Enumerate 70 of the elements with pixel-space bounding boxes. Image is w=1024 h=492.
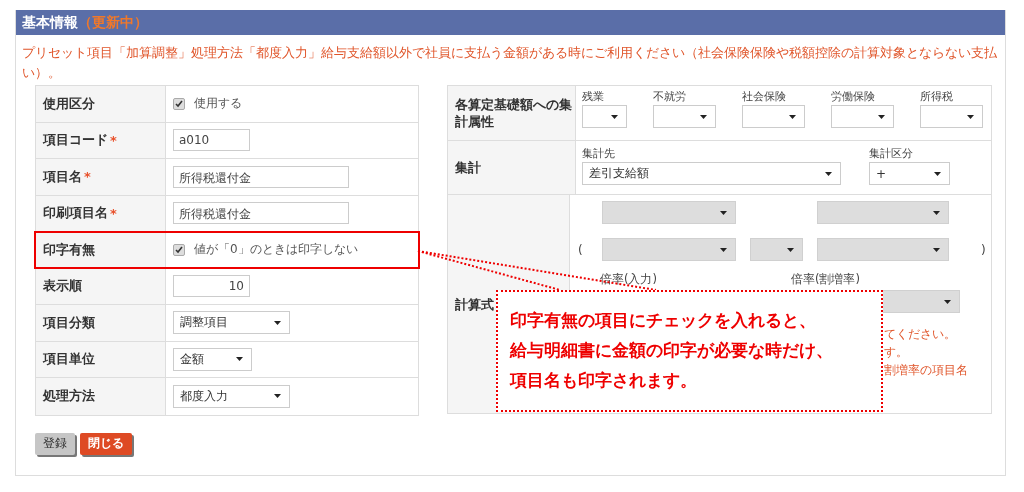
field-label: 項目単位 xyxy=(43,350,95,369)
text-field[interactable]: 所得税還付金 xyxy=(173,202,349,225)
checkbox[interactable] xyxy=(173,243,185,256)
field-label: 項目コード xyxy=(43,131,108,150)
text-field[interactable]: 所得税還付金 xyxy=(173,165,349,188)
close-button[interactable]: 閉じる xyxy=(80,432,132,455)
field-label: 印字有無 xyxy=(43,240,95,259)
required-mark: * xyxy=(110,132,117,148)
select-field[interactable]: + xyxy=(869,162,950,185)
register-button[interactable]: 登録 xyxy=(35,432,75,455)
field-label: 残業 xyxy=(582,89,605,105)
status-label: （更新中） xyxy=(78,13,148,32)
note-text: てください。 xyxy=(884,326,957,343)
caret-icon xyxy=(933,210,940,215)
field-label: 処理方法 xyxy=(43,387,95,406)
callout-text: 項目名も印字されます。 xyxy=(510,370,698,392)
select-field[interactable]: 都度入力 xyxy=(173,384,290,408)
select-field[interactable] xyxy=(742,105,805,128)
caret-icon xyxy=(789,114,796,119)
select-field[interactable] xyxy=(582,105,627,128)
field-label: 不就労 xyxy=(653,89,687,105)
parenthesis: ( xyxy=(577,243,584,257)
select-field[interactable]: 差引支給額 xyxy=(582,162,841,185)
caret-icon xyxy=(934,171,941,176)
parenthesis: ) xyxy=(981,243,987,257)
text-field[interactable]: a010 xyxy=(173,129,250,152)
field-label: 所得税 xyxy=(920,89,954,105)
callout-text: 印字有無の項目にチェックを入れると、 xyxy=(510,310,817,332)
caret-icon xyxy=(700,114,707,119)
caret-icon xyxy=(236,357,243,362)
required-mark: * xyxy=(110,205,117,221)
caret-icon xyxy=(720,210,727,215)
field-label: 労働保険 xyxy=(831,89,876,105)
select-field[interactable] xyxy=(653,105,716,128)
field-label: 印刷項目名 xyxy=(43,204,108,223)
caret-icon xyxy=(825,171,832,176)
field-label: 集計区分 xyxy=(869,146,914,162)
caret-icon xyxy=(611,114,618,119)
caret-icon xyxy=(274,320,281,325)
number-field[interactable]: 10 xyxy=(173,275,250,298)
caret-icon xyxy=(944,299,951,304)
checkbox-label: 値が「0」のときは印字しない xyxy=(194,241,358,259)
callout-text: 給与明細書に金額の印字が必要な時だけ、 xyxy=(510,340,834,362)
select-field[interactable] xyxy=(920,105,983,128)
caret-icon xyxy=(787,247,794,252)
select-field[interactable]: 金額 xyxy=(173,347,252,371)
checkbox-label: 使用する xyxy=(194,95,242,113)
field-label: 倍率(割増率) xyxy=(791,272,860,288)
note-text: す。 xyxy=(884,344,909,361)
caret-icon xyxy=(720,247,727,252)
checkbox[interactable] xyxy=(173,97,185,110)
field-label: 項目名 xyxy=(43,167,82,186)
caret-icon xyxy=(274,394,281,399)
field-label: 社会保険 xyxy=(742,89,787,105)
select-field[interactable] xyxy=(831,105,894,128)
field-label: 集計 xyxy=(455,159,481,176)
caret-icon xyxy=(967,114,974,119)
field-label: 各算定基礎額への集計属性 xyxy=(455,96,573,130)
field-label: 計算式 xyxy=(455,295,494,313)
field-label: 表示順 xyxy=(43,277,82,296)
section-title: 基本情報 xyxy=(22,13,78,32)
required-mark: * xyxy=(84,169,91,185)
select-field[interactable]: 調整項目 xyxy=(173,311,290,335)
caret-icon xyxy=(878,114,885,119)
field-label: 項目分類 xyxy=(43,313,95,332)
note-text: 割増率の項目名 xyxy=(884,362,969,379)
caret-icon xyxy=(933,247,940,252)
field-label: 使用区分 xyxy=(43,94,95,113)
notice-text: プリセット項目「加算調整」処理方法「都度入力」給与支給額以外で社員に支払う金額がある時にご利用ください（社会保険保険や税額控除の計算対象とならない支払い）。 xyxy=(21,44,998,82)
field-label: 集計先 xyxy=(582,146,616,162)
